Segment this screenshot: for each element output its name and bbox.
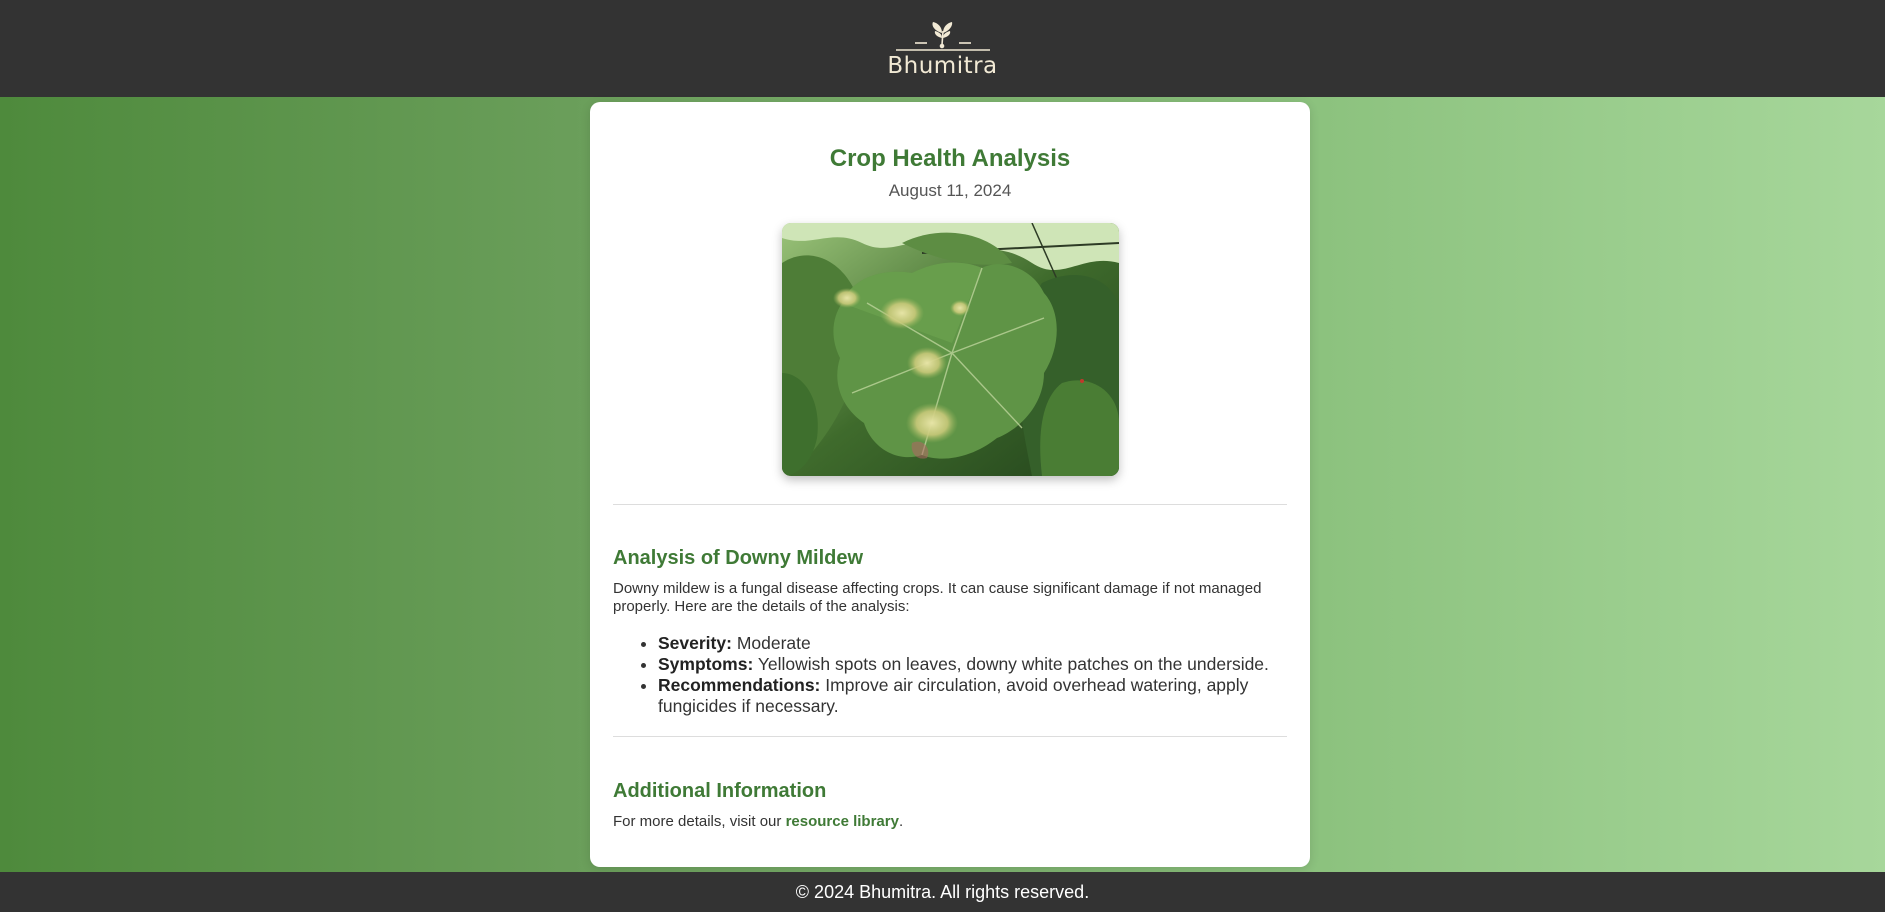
analysis-intro: Downy mildew is a fungal disease affecti… [613,580,1262,615]
sprout-icon [895,21,990,51]
brand-logo[interactable]: Bhumitra [887,19,997,79]
analysis-heading: Analysis of Downy Mildew [613,547,864,569]
report-date: August 11, 2024 [888,181,1012,200]
top-header: Bhumitra [0,0,1885,97]
additional-text-before: For more details, visit our [613,813,786,830]
additional-text-after: . [898,813,904,830]
detail-label: Symptoms: [658,654,754,674]
copyright-text: © 2024 Bhumitra. All rights reserved. [795,881,1090,902]
detail-value: Yellowish spots on leaves, downy white p… [757,654,1269,674]
section-divider [613,504,1287,505]
detail-label: Severity: [658,633,732,653]
crop-leaf-image [781,223,1119,476]
list-item: Severity: Moderate [658,633,1287,654]
list-item: Recommendations: Improve air circulation… [658,675,1287,717]
detail-label: Recommendations: [658,675,821,695]
analysis-details-list: Severity: Moderate Symptoms: Yellowish s… [613,633,1287,717]
report-card: Crop Health Analysis August 11, 2024 Ana… [590,102,1310,867]
additional-info-heading: Additional Information [613,780,827,802]
crop-image-container [613,223,1287,476]
section-divider [613,736,1287,737]
list-item: Symptoms: Yellowish spots on leaves, dow… [658,654,1287,675]
resource-library-link[interactable]: resource library [786,813,899,830]
detail-value: Moderate [736,633,811,653]
additional-info-text: For more details, visit our resource lib… [613,813,1263,831]
page-footer: © 2024 Bhumitra. All rights reserved. [0,872,1885,912]
brand-name: Bhumitra [887,52,998,79]
page-title: Crop Health Analysis [829,145,1071,172]
leaf-photo-illustration [781,223,1119,476]
